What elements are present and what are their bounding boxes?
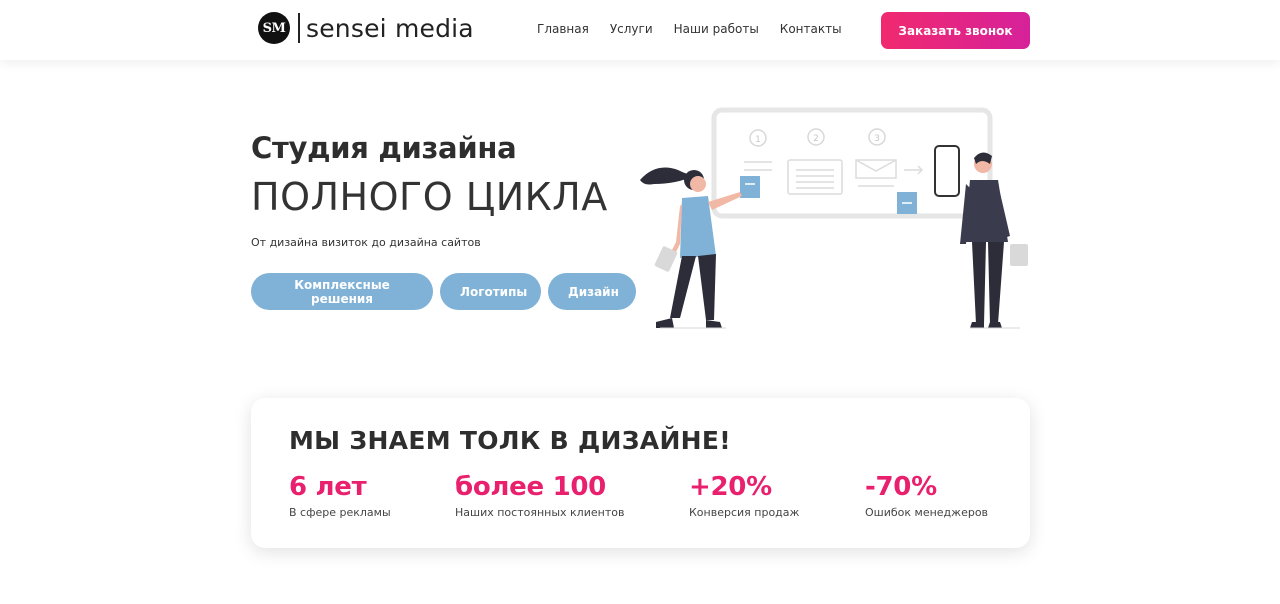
logo-text: sensei media [306,13,474,43]
stat-errors: -70% Ошибок менеджеров [865,472,988,519]
stat-value: -70% [865,472,937,502]
nav-item-contacts[interactable]: Контакты [780,22,842,36]
stats-title: МЫ ЗНАЕМ ТОЛК В ДИЗАЙНЕ! [289,426,731,455]
stat-label: Конверсия продаж [689,506,800,519]
design-button[interactable]: Дизайн [548,273,636,310]
hero-title: Студия дизайна [251,131,517,165]
logo-divider [298,13,300,43]
stat-conversion: +20% Конверсия продаж [689,472,799,519]
step-number-3: 3 [874,134,880,144]
nav-item-portfolio[interactable]: Наши работы [674,22,759,36]
site-header: SM sensei media Главная Услуги Наши рабо… [0,0,1280,60]
logo-mark: SM [258,12,290,44]
stat-clients: более 100 Наших постоянных клиентов [455,472,624,519]
stat-label: Наших постоянных клиентов [455,506,625,519]
nav-item-services[interactable]: Услуги [610,22,653,36]
stat-label: Ошибок менеджеров [865,506,989,519]
main-nav: Главная Услуги Наши работы Контакты [537,22,863,36]
stat-value: +20% [689,472,772,502]
stat-value: 6 лет [289,472,367,502]
step-number-1: 1 [755,135,761,145]
hero-illustration: 1 2 3 [640,107,1028,329]
nav-item-home[interactable]: Главная [537,22,589,36]
order-call-button[interactable]: Заказать звонок [881,12,1030,49]
complex-solutions-button[interactable]: Комплексные решения [251,273,433,310]
step-number-2: 2 [813,134,819,144]
service-buttons: Комплексные решения Логотипы Дизайн [251,273,643,310]
stats-card: МЫ ЗНАЕМ ТОЛК В ДИЗАЙНЕ! 6 лет В сфере р… [251,398,1030,548]
stat-label: В сфере рекламы [289,506,391,519]
stat-years: 6 лет В сфере рекламы [289,472,391,519]
logo[interactable]: SM sensei media [258,12,474,44]
logos-button[interactable]: Логотипы [440,273,541,310]
stat-value: более 100 [455,472,606,502]
hero-subtitle: ПОЛНОГО ЦИКЛА [251,175,608,219]
hero-description: От дизайна визиток до дизайна сайтов [251,236,481,249]
